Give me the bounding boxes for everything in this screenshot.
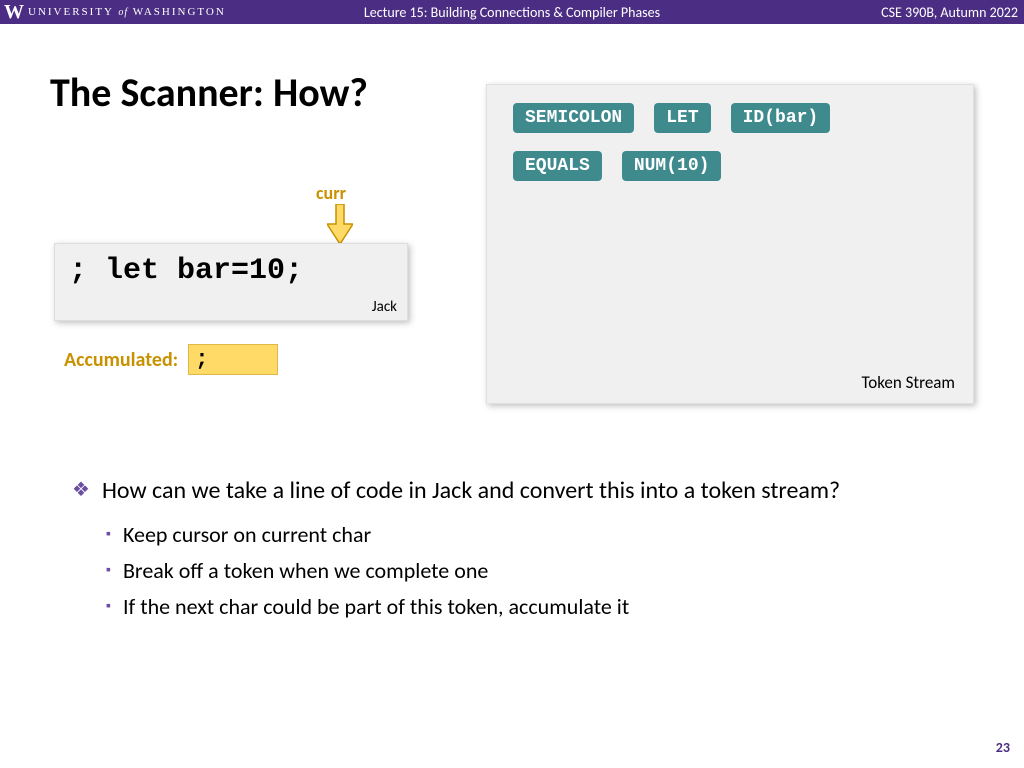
- code-lang-label: Jack: [372, 298, 397, 316]
- sub-bullet-text: Keep cursor on current char: [123, 519, 371, 551]
- square-bullet-icon: ▪: [106, 519, 111, 551]
- token: EQUALS: [513, 151, 602, 181]
- accumulated-value: ;: [188, 344, 278, 375]
- header-bar: W UNIVERSITY of WASHINGTON Lecture 15: B…: [0, 0, 1024, 24]
- university-name: UNIVERSITY of WASHINGTON: [28, 6, 226, 18]
- bullet-main: ❖ How can we take a line of code in Jack…: [72, 474, 952, 509]
- accumulated-row: Accumulated: ;: [64, 344, 278, 375]
- accumulated-label: Accumulated:: [64, 348, 178, 372]
- square-bullet-icon: ▪: [106, 591, 111, 623]
- university-of: of: [118, 7, 128, 18]
- token: SEMICOLON: [513, 103, 634, 133]
- square-bullet-icon: ▪: [106, 555, 111, 587]
- token: ID(bar): [731, 103, 831, 133]
- university-word-2: WASHINGTON: [133, 6, 226, 18]
- sub-bullet-text: If the next char could be part of this t…: [123, 591, 629, 623]
- university-word-1: UNIVERSITY: [28, 6, 114, 18]
- lecture-title: Lecture 15: Building Connections & Compi…: [364, 4, 660, 21]
- code-text: ; let bar=10;: [69, 254, 303, 288]
- sub-bullet: ▪ Keep cursor on current char: [106, 519, 952, 551]
- uw-logo: W UNIVERSITY of WASHINGTON: [0, 1, 226, 24]
- w-mark: W: [4, 1, 24, 24]
- token-panel-label: Token Stream: [861, 372, 955, 393]
- sub-bullet: ▪ Break off a token when we complete one: [106, 555, 952, 587]
- curr-label: curr: [316, 182, 346, 204]
- token: LET: [654, 103, 710, 133]
- code-box: ; let bar=10; Jack: [54, 243, 408, 321]
- token-row-1: SEMICOLON LET ID(bar): [487, 85, 973, 133]
- bullet-main-text: How can we take a line of code in Jack a…: [102, 474, 840, 509]
- token-stream-panel: SEMICOLON LET ID(bar) EQUALS NUM(10) Tok…: [486, 84, 974, 404]
- token: NUM(10): [622, 151, 722, 181]
- sub-bullet: ▪ If the next char could be part of this…: [106, 591, 952, 623]
- slide-body: The Scanner: How? curr ; let bar=10; Jac…: [0, 24, 1024, 768]
- token-row-2: EQUALS NUM(10): [487, 133, 973, 181]
- slide-title: The Scanner: How?: [50, 68, 368, 117]
- sub-bullet-text: Break off a token when we complete one: [123, 555, 488, 587]
- page-number: 23: [996, 739, 1010, 756]
- sub-bullets: ▪ Keep cursor on current char ▪ Break of…: [106, 519, 952, 623]
- bullet-list: ❖ How can we take a line of code in Jack…: [72, 474, 952, 626]
- diamond-bullet-icon: ❖: [72, 474, 90, 509]
- course-code: CSE 390B, Autumn 2022: [881, 4, 1024, 21]
